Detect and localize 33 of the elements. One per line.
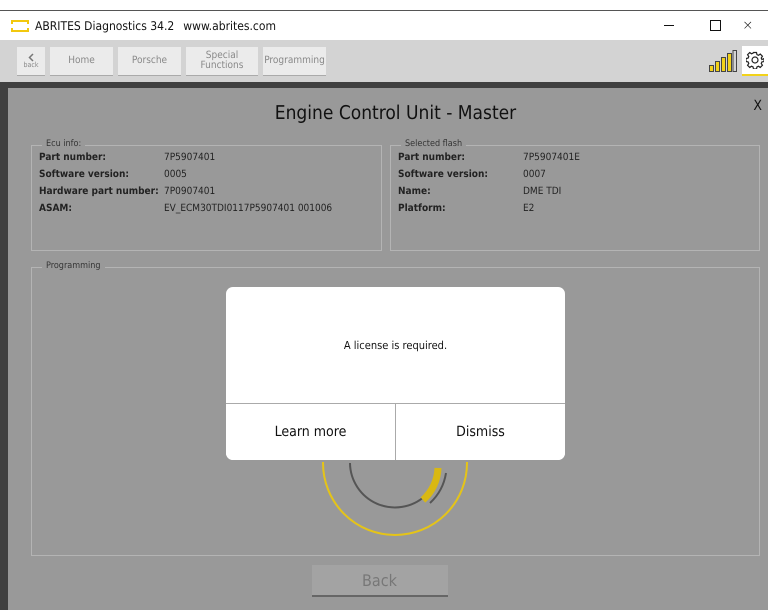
nav-button[interactable]: Porsche (118, 46, 181, 76)
field-value: E2 (523, 203, 536, 214)
settings-icon[interactable] (746, 51, 764, 69)
panel-title: Engine Control Unit - Master (274, 102, 516, 124)
field-value: 7P0907401 (164, 186, 216, 197)
field-value: EV_ECM30TDI0117P5907401 001006 (164, 203, 334, 214)
chevron-left-icon (28, 52, 34, 62)
field-label: Platform: (398, 203, 447, 214)
field-label: Software version: (398, 169, 489, 180)
dialog-message: A license is required. (344, 338, 448, 352)
group-legend: Selected flash (401, 139, 466, 149)
website-url: www.abrites.com (183, 18, 276, 32)
app-logo-icon (11, 20, 29, 32)
field-label: Name: (398, 186, 432, 197)
group-legend: Ecu info: (42, 139, 86, 149)
field-value: 7P5907401 (164, 152, 216, 163)
group-legend: Programming (42, 261, 105, 271)
panel-close-button[interactable]: X (753, 98, 762, 114)
dialog-button[interactable]: Dismiss (395, 404, 565, 460)
nav-button[interactable]: Home (50, 46, 113, 76)
field-label: Software version: (39, 169, 130, 180)
field-value: 0005 (164, 169, 188, 180)
field-value: 0007 (523, 169, 547, 180)
field-label: Part number: (39, 152, 108, 163)
window-title: ABRITES Diagnostics 34.2 (35, 18, 174, 32)
field-value: 7P5907401E (523, 152, 581, 163)
nav-button[interactable]: Programming (263, 46, 326, 76)
field-label: Part number: (398, 152, 466, 163)
field-label: Hardware part number: (39, 186, 160, 197)
field-value: DME TDI (523, 186, 562, 197)
nav-button[interactable]: Special Functions (186, 46, 258, 76)
signal-strength-icon[interactable] (708, 49, 738, 73)
field-label: ASAM: (39, 203, 73, 214)
